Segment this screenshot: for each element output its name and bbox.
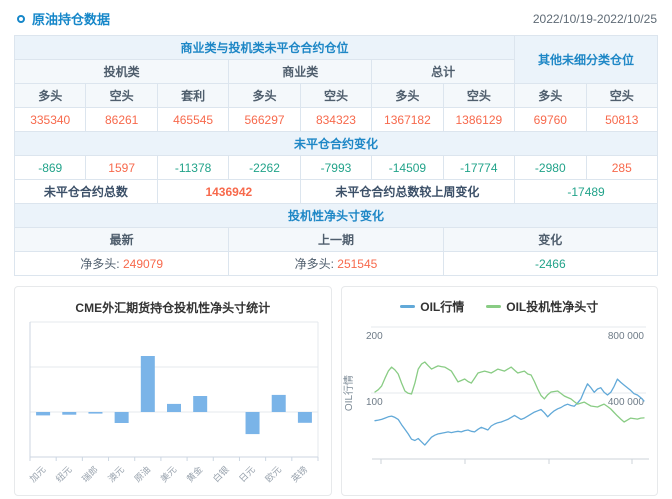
legend-label: OIL投机性净头寸 <box>506 298 598 315</box>
line-chart-legend: OIL行情 OIL投机性净头寸 <box>342 287 658 315</box>
table-cell: -14509 <box>372 156 443 180</box>
page-title: 原油持仓数据 <box>32 9 110 28</box>
table-cell: 变化 <box>443 228 657 252</box>
svg-text:欧元: 欧元 <box>263 464 284 485</box>
total-change-label: 未平仓合约总数较上周变化 <box>300 180 514 204</box>
line-chart[interactable]: 200 100 800 000 400 000 OIL行情 <box>342 319 658 496</box>
net-prev-cell: 净多头: 251545 <box>229 252 443 276</box>
bullet-circle-icon <box>17 15 25 23</box>
table-cell: 1386129 <box>443 108 514 132</box>
table-cell: -869 <box>15 156 86 180</box>
table-row-change-section: 未平仓合约变化 <box>15 132 658 156</box>
table-cell: 69760 <box>515 108 586 132</box>
net-change-value: -2466 <box>443 252 657 276</box>
charts-row: CME外汇期货持仓投机性净头寸统计 加元纽元瑞郎澳元原油美元黄金白银日元欧元英镑… <box>14 286 658 496</box>
table-cell: -11378 <box>157 156 228 180</box>
svg-text:400 000: 400 000 <box>607 397 644 408</box>
svg-text:澳元: 澳元 <box>106 464 127 485</box>
table-cell: 多头 <box>229 84 300 108</box>
table-cell: 商业类 <box>229 60 372 84</box>
svg-text:英镑: 英镑 <box>289 464 310 485</box>
table-cell: -2262 <box>229 156 300 180</box>
legend-item-oil-netpos[interactable]: OIL投机性净头寸 <box>486 298 598 315</box>
table-cell: 285 <box>586 156 658 180</box>
table-row-col-headers: 多头空头套利多头空头多头空头多头空头 <box>15 84 658 108</box>
positions-table: 商业类与投机类未平仓合约仓位 其他未细分类仓位 投机类商业类总计 多头空头套利多… <box>14 35 658 276</box>
table-cell: 多头 <box>15 84 86 108</box>
total-label: 未平仓合约总数 <box>15 180 158 204</box>
table-row-net-values: 净多头: 249079 净多头: 251545 -2466 <box>15 252 658 276</box>
group-header-main: 商业类与投机类未平仓合约仓位 <box>15 36 515 60</box>
table-cell: 空头 <box>443 84 514 108</box>
table-cell: 上一期 <box>229 228 443 252</box>
bar-chart-panel: CME外汇期货持仓投机性净头寸统计 加元纽元瑞郎澳元原油美元黄金白银日元欧元英镑 <box>14 286 332 496</box>
svg-text:原油: 原油 <box>132 464 153 485</box>
table-row-positions: 3353408626146554556629783432313671821386… <box>15 108 658 132</box>
svg-text:100: 100 <box>366 397 383 408</box>
net-latest-value: 249079 <box>123 257 163 271</box>
svg-text:白银: 白银 <box>210 464 231 485</box>
table-cell: 多头 <box>372 84 443 108</box>
table-cell: 86261 <box>86 108 157 132</box>
table-cell: 465545 <box>157 108 228 132</box>
bar-chart-title: CME外汇期货持仓投机性净头寸统计 <box>15 287 331 316</box>
group-header-other: 其他未细分类仓位 <box>515 36 658 84</box>
table-row-net-section: 投机性净头寸变化 <box>15 204 658 228</box>
net-latest-label: 净多头: <box>80 257 119 271</box>
table-row-changes: -8691597-11378-2262-7993-14509-17774-298… <box>15 156 658 180</box>
legend-line-icon <box>486 305 501 308</box>
table-cell: 多头 <box>515 84 586 108</box>
table-cell: 834323 <box>300 108 371 132</box>
net-prev-label: 净多头: <box>295 257 334 271</box>
svg-text:800 000: 800 000 <box>607 331 644 342</box>
svg-text:200: 200 <box>366 331 383 342</box>
svg-text:黄金: 黄金 <box>184 464 205 485</box>
svg-text:瑞郎: 瑞郎 <box>79 464 100 485</box>
change-section-label: 未平仓合约变化 <box>15 132 658 156</box>
table-cell: 空头 <box>300 84 371 108</box>
table-cell: -2980 <box>515 156 586 180</box>
svg-text:加元: 加元 <box>28 464 48 484</box>
date-range: 2022/10/19-2022/10/25 <box>533 12 657 26</box>
legend-line-icon <box>400 305 415 308</box>
bar-chart[interactable]: 加元纽元瑞郎澳元原油美元黄金白银日元欧元英镑 <box>15 320 331 493</box>
net-latest-cell: 净多头: 249079 <box>15 252 229 276</box>
table-row-group-headers: 商业类与投机类未平仓合约仓位 其他未细分类仓位 <box>15 36 658 60</box>
svg-text:纽元: 纽元 <box>53 464 74 485</box>
total-value: 1436942 <box>157 180 300 204</box>
table-cell: 总计 <box>372 60 515 84</box>
table-cell: 1597 <box>86 156 157 180</box>
title-wrap: 原油持仓数据 <box>17 9 110 28</box>
net-prev-value: 251545 <box>337 257 377 271</box>
table-row-net-headers: 最新上一期变化 <box>15 228 658 252</box>
table-cell: 335340 <box>15 108 86 132</box>
svg-text:日元: 日元 <box>237 464 257 484</box>
total-change-value: -17489 <box>515 180 658 204</box>
page-header: 原油持仓数据 2022/10/19-2022/10/25 <box>0 0 672 35</box>
table-cell: 套利 <box>157 84 228 108</box>
legend-label: OIL行情 <box>420 298 464 315</box>
table-cell: 投机类 <box>15 60 229 84</box>
table-cell: -7993 <box>300 156 371 180</box>
net-section-label: 投机性净头寸变化 <box>15 204 658 228</box>
table-cell: 1367182 <box>372 108 443 132</box>
table-cell: 最新 <box>15 228 229 252</box>
table-cell: 50813 <box>586 108 658 132</box>
legend-item-oil-price[interactable]: OIL行情 <box>400 298 464 315</box>
table-cell: -17774 <box>443 156 514 180</box>
table-row-totals: 未平仓合约总数 1436942 未平仓合约总数较上周变化 -17489 <box>15 180 658 204</box>
line-chart-panel: OIL行情 OIL投机性净头寸 200 100 800 000 400 000 OIL行… <box>341 286 659 496</box>
svg-text:OIL行情: OIL行情 <box>342 375 355 411</box>
table-cell: 空头 <box>86 84 157 108</box>
table-cell: 566297 <box>229 108 300 132</box>
svg-text:美元: 美元 <box>158 464 179 485</box>
table-cell: 空头 <box>586 84 658 108</box>
